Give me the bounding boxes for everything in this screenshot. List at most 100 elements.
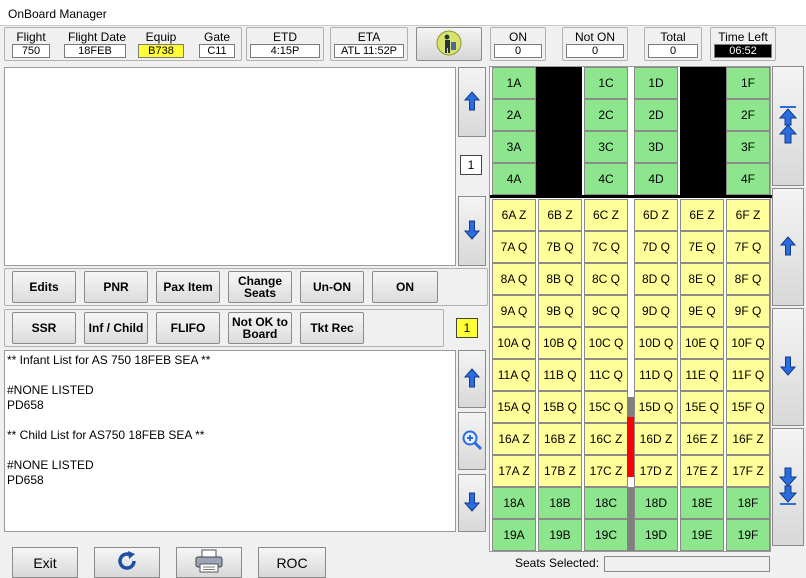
seat[interactable]: 11C Q xyxy=(584,359,628,391)
seat[interactable]: 4D xyxy=(634,163,678,195)
inf-child-button[interactable]: Inf / Child xyxy=(84,312,148,344)
change-seats-button[interactable]: Change Seats xyxy=(228,271,292,303)
zoom-button[interactable] xyxy=(458,412,486,470)
passenger-list-panel[interactable] xyxy=(4,67,456,266)
seat[interactable]: 2F xyxy=(726,99,770,131)
list-scroll-up-button[interactable] xyxy=(458,67,486,137)
seat[interactable]: 8A Q xyxy=(492,263,536,295)
seat[interactable]: 7D Q xyxy=(634,231,678,263)
boarding-button[interactable] xyxy=(416,27,482,61)
seat[interactable]: 11B Q xyxy=(538,359,582,391)
seat[interactable]: 19C xyxy=(584,519,628,551)
roc-button[interactable]: ROC xyxy=(258,547,326,578)
seat[interactable]: 18B xyxy=(538,487,582,519)
seat[interactable]: 1F xyxy=(726,67,770,99)
seat[interactable]: 18A xyxy=(492,487,536,519)
seat[interactable]: 17A Z xyxy=(492,455,536,487)
ssr-button[interactable]: SSR xyxy=(12,312,76,344)
pnr-button[interactable]: PNR xyxy=(84,271,148,303)
seat[interactable]: 9B Q xyxy=(538,295,582,327)
seatmap-page-up-button[interactable] xyxy=(772,188,804,306)
seat[interactable]: 1D xyxy=(634,67,678,99)
seat[interactable]: 9C Q xyxy=(584,295,628,327)
seat[interactable]: 6E Z xyxy=(680,199,724,231)
seat[interactable]: 11A Q xyxy=(492,359,536,391)
seat[interactable]: 15A Q xyxy=(492,391,536,423)
flifo-button[interactable]: FLIFO xyxy=(156,312,220,344)
seat[interactable]: 16A Z xyxy=(492,423,536,455)
seat[interactable]: 18F xyxy=(726,487,770,519)
seat[interactable]: 19F xyxy=(726,519,770,551)
seat[interactable]: 15F Q xyxy=(726,391,770,423)
print-button[interactable] xyxy=(176,547,242,578)
un-on-button[interactable]: Un-ON xyxy=(300,271,364,303)
seat[interactable]: 10C Q xyxy=(584,327,628,359)
seat[interactable]: 6B Z xyxy=(538,199,582,231)
seat[interactable]: 4C xyxy=(584,163,628,195)
seat[interactable]: 1A xyxy=(492,67,536,99)
seat[interactable]: 8C Q xyxy=(584,263,628,295)
seat[interactable]: 2D xyxy=(634,99,678,131)
info-text-panel[interactable]: ** Infant List for AS 750 18FEB SEA ** #… xyxy=(4,350,456,532)
seat[interactable]: 3C xyxy=(584,131,628,163)
seat[interactable]: 4F xyxy=(726,163,770,195)
seat[interactable]: 16E Z xyxy=(680,423,724,455)
seat[interactable]: 7C Q xyxy=(584,231,628,263)
seat[interactable]: 18E xyxy=(680,487,724,519)
seat[interactable]: 6F Z xyxy=(726,199,770,231)
seat[interactable]: 17C Z xyxy=(584,455,628,487)
seat[interactable]: 8D Q xyxy=(634,263,678,295)
seat[interactable]: 3D xyxy=(634,131,678,163)
seat[interactable]: 10F Q xyxy=(726,327,770,359)
seatmap-first-page-button[interactable] xyxy=(772,66,804,186)
seat[interactable]: 7A Q xyxy=(492,231,536,263)
seat[interactable]: 10E Q xyxy=(680,327,724,359)
seat[interactable]: 3A xyxy=(492,131,536,163)
seat[interactable]: 7B Q xyxy=(538,231,582,263)
seat[interactable]: 17D Z xyxy=(634,455,678,487)
seat[interactable]: 8F Q xyxy=(726,263,770,295)
seat[interactable]: 10B Q xyxy=(538,327,582,359)
seat[interactable]: 6A Z xyxy=(492,199,536,231)
seat[interactable]: 15E Q xyxy=(680,391,724,423)
pax-item-button[interactable]: Pax Item xyxy=(156,271,220,303)
seat[interactable]: 16D Z xyxy=(634,423,678,455)
seat[interactable]: 4A xyxy=(492,163,536,195)
seat[interactable]: 9A Q xyxy=(492,295,536,327)
seat[interactable]: 3F xyxy=(726,131,770,163)
seat[interactable]: 15D Q xyxy=(634,391,678,423)
seatmap-page-down-button[interactable] xyxy=(772,308,804,426)
seat[interactable]: 6C Z xyxy=(584,199,628,231)
exit-button[interactable]: Exit xyxy=(12,547,78,578)
seat[interactable]: 18C xyxy=(584,487,628,519)
seat[interactable]: 19E xyxy=(680,519,724,551)
seat[interactable]: 7E Q xyxy=(680,231,724,263)
info-scroll-up-button[interactable] xyxy=(458,350,486,408)
seat[interactable]: 2C xyxy=(584,99,628,131)
seat[interactable]: 18D xyxy=(634,487,678,519)
seat[interactable]: 6D Z xyxy=(634,199,678,231)
seat[interactable]: 19A xyxy=(492,519,536,551)
seat[interactable]: 17E Z xyxy=(680,455,724,487)
seat[interactable]: 15B Q xyxy=(538,391,582,423)
seat[interactable]: 9E Q xyxy=(680,295,724,327)
list-scroll-down-button[interactable] xyxy=(458,196,486,266)
seat[interactable]: 7F Q xyxy=(726,231,770,263)
seat[interactable]: 19D xyxy=(634,519,678,551)
seat[interactable]: 11F Q xyxy=(726,359,770,391)
seat[interactable]: 9F Q xyxy=(726,295,770,327)
seat[interactable]: 16B Z xyxy=(538,423,582,455)
seat[interactable]: 8B Q xyxy=(538,263,582,295)
not-ok-to-board-button[interactable]: Not OK to Board xyxy=(228,312,292,344)
edits-button[interactable]: Edits xyxy=(12,271,76,303)
on-button[interactable]: ON xyxy=(372,271,438,303)
seat[interactable]: 16C Z xyxy=(584,423,628,455)
seat[interactable]: 16F Z xyxy=(726,423,770,455)
seat[interactable]: 11E Q xyxy=(680,359,724,391)
seat[interactable]: 17F Z xyxy=(726,455,770,487)
seat[interactable]: 8E Q xyxy=(680,263,724,295)
seat[interactable]: 1C xyxy=(584,67,628,99)
seat[interactable]: 9D Q xyxy=(634,295,678,327)
seat[interactable]: 10A Q xyxy=(492,327,536,359)
tkt-rec-button[interactable]: Tkt Rec xyxy=(300,312,364,344)
